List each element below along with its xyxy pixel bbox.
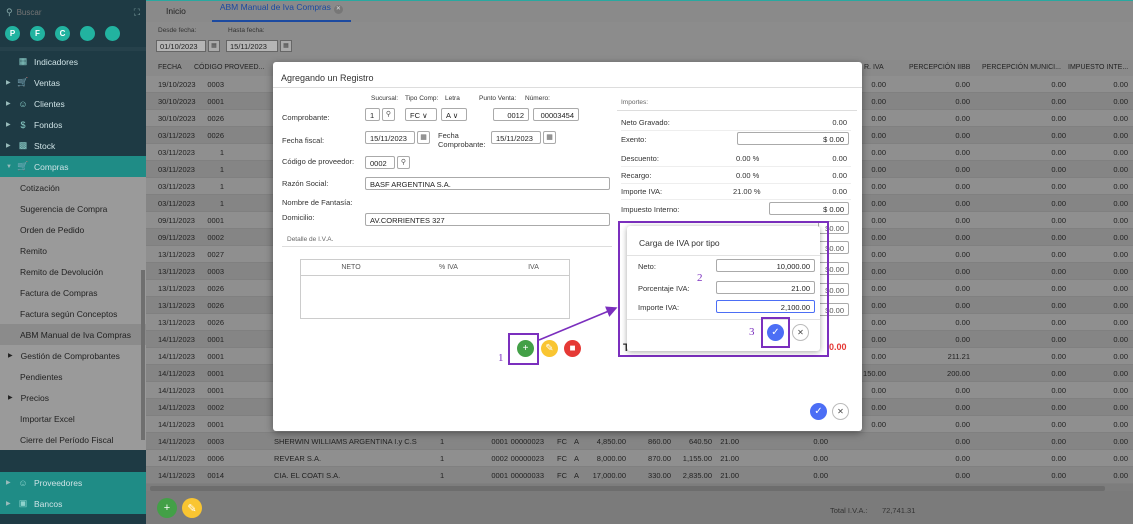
annotation-arrow bbox=[538, 306, 618, 341]
